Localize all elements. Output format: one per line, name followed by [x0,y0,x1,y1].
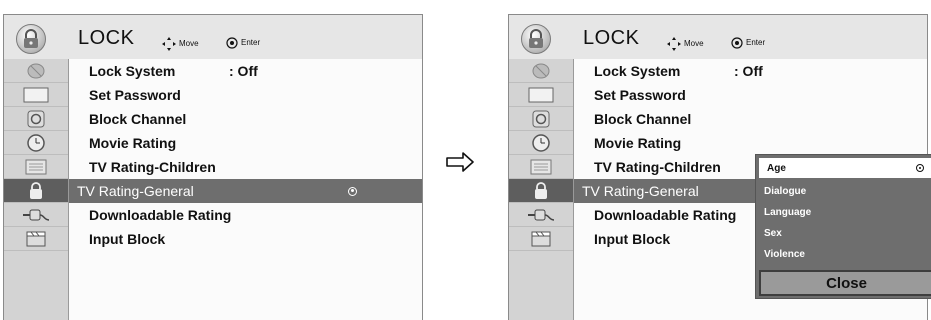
speaker-icon[interactable] [4,107,68,131]
picture-icon[interactable] [4,155,68,179]
submenu-item-dialogue[interactable]: Dialogue [756,181,931,202]
menu-item-input-block[interactable]: Input Block [69,227,422,251]
enter-hint-label: Enter [241,38,261,48]
menu-item-label: TV Rating-Children [89,159,216,175]
lock-icon[interactable] [4,179,68,203]
menu-header: LOCK Move Enter [509,15,927,60]
category-sidebar [509,59,574,320]
menu-item-set-password[interactable]: Set Password [69,83,422,107]
screen-icon[interactable] [4,83,68,107]
menu-item-tv-rating-children[interactable]: TV Rating-Children [69,155,422,179]
clock-icon[interactable] [4,131,68,155]
menu-item-block-channel[interactable]: Block Channel [69,107,422,131]
submenu-item-sex[interactable]: Sex [756,223,931,244]
lock-menu-before: LOCK Move Enter Lock System : Off Set Pas… [3,14,423,320]
enter-button-icon [226,37,238,49]
submenu-item-label: Violence [764,249,805,260]
menu-item-downloadable-rating[interactable]: Downloadable Rating [69,203,422,227]
move-hint: Move [667,37,704,51]
menu-item-set-password[interactable]: Set Password [574,83,927,107]
menu-item-label: TV Rating-Children [594,159,721,175]
menu-item-block-channel[interactable]: Block Channel [574,107,927,131]
menu-list: Lock System : Off Set Password Block Chan… [69,59,422,320]
transition-arrow-icon [446,152,474,172]
satellite-dish-icon[interactable] [509,59,573,83]
clapperboard-icon[interactable] [509,227,573,251]
submenu-item-label: Language [764,207,812,218]
menu-item-label: Movie Rating [89,135,177,151]
move-hint-label: Move [684,39,704,49]
menu-item-movie-rating[interactable]: Movie Rating [574,131,927,155]
close-button[interactable]: Close [759,270,931,296]
menu-item-label: Set Password [89,87,181,103]
lock-icon [16,24,46,54]
speaker-icon[interactable] [509,107,573,131]
submenu-item-label: Dialogue [764,186,807,197]
selected-radio-icon [916,164,924,172]
menu-item-label: Lock System [594,63,681,79]
tv-rating-general-submenu: Age Dialogue Language Sex Violence Close [755,154,931,299]
menu-item-label: Set Password [594,87,686,103]
menu-item-lock-system[interactable]: Lock System : Off [69,59,422,83]
menu-item-label: TV Rating-General [582,183,699,199]
screen-icon[interactable] [509,83,573,107]
move-hint-label: Move [179,39,199,49]
menu-item-label: Input Block [89,231,166,247]
category-sidebar [4,59,69,320]
enter-button-icon [731,37,743,49]
move-hint: Move [162,37,199,51]
lock-icon [521,24,551,54]
menu-item-lock-system[interactable]: Lock System : Off [574,59,927,83]
menu-item-label: Input Block [594,231,671,247]
menu-item-label: Movie Rating [594,135,682,151]
menu-item-label: Lock System [89,63,176,79]
submenu-item-language[interactable]: Language [756,202,931,223]
satellite-dish-icon[interactable] [4,59,68,83]
selected-radio-icon [348,186,357,196]
menu-header: LOCK Move Enter [4,15,422,60]
menu-item-label: Downloadable Rating [594,207,737,223]
menu-title: LOCK [78,27,135,49]
plug-icon[interactable] [4,203,68,227]
move-arrows-icon [162,37,176,51]
submenu-item-violence[interactable]: Violence [756,244,931,265]
menu-item-value: : Off [734,63,763,79]
move-arrows-icon [667,37,681,51]
menu-item-label: TV Rating-General [77,183,194,199]
clock-icon[interactable] [509,131,573,155]
enter-hint: Enter [731,37,765,49]
clapperboard-icon[interactable] [4,227,68,251]
menu-item-label: Block Channel [89,111,187,127]
picture-icon[interactable] [509,155,573,179]
enter-hint-label: Enter [746,38,766,48]
menu-item-movie-rating[interactable]: Movie Rating [69,131,422,155]
plug-icon[interactable] [509,203,573,227]
menu-title: LOCK [583,27,640,49]
menu-item-value: : Off [229,63,258,79]
menu-item-label: Block Channel [594,111,692,127]
submenu-item-age[interactable]: Age [759,158,931,178]
enter-hint: Enter [226,37,260,49]
submenu-item-label: Age [767,162,786,174]
menu-item-tv-rating-general[interactable]: TV Rating-General [69,179,422,203]
lock-icon[interactable] [509,179,573,203]
submenu-item-label: Sex [764,228,782,239]
menu-item-label: Downloadable Rating [89,207,232,223]
